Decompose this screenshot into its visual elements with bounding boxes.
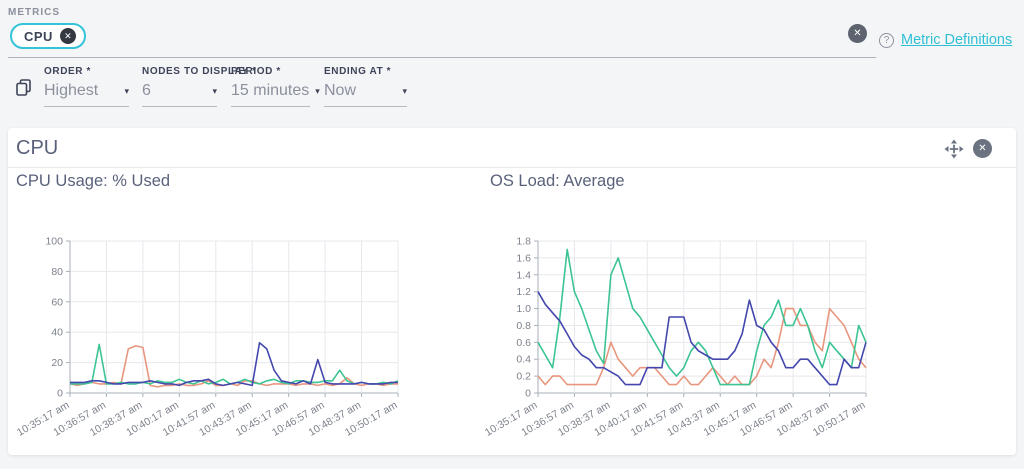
metric-chip-label: CPU <box>24 29 53 44</box>
svg-text:0.4: 0.4 <box>516 354 531 366</box>
period-value: 15 minutes <box>231 82 309 100</box>
nodes-to-display-select[interactable]: NODES TO DISPLAY * 6 ▾ <box>142 66 217 107</box>
svg-text:0.8: 0.8 <box>516 320 531 332</box>
svg-text:0.2: 0.2 <box>516 371 531 383</box>
help-icon[interactable]: ? <box>879 33 894 48</box>
svg-text:1.0: 1.0 <box>516 303 531 315</box>
svg-text:80: 80 <box>51 266 63 278</box>
copy-icon[interactable] <box>16 79 31 96</box>
chip-remove-icon[interactable]: ✕ <box>60 28 76 44</box>
order-value: Highest <box>44 82 98 100</box>
chevron-down-icon: ▾ <box>315 86 320 97</box>
svg-text:20: 20 <box>51 357 63 369</box>
period-select[interactable]: PERIOD * 15 minutes ▾ <box>231 66 310 107</box>
svg-text:0.6: 0.6 <box>516 337 531 349</box>
move-panel-icon[interactable] <box>944 139 964 159</box>
svg-text:60: 60 <box>51 296 63 308</box>
period-label: PERIOD * <box>231 66 310 77</box>
clear-metrics-icon[interactable]: ✕ <box>848 24 867 43</box>
nodes-to-display-value: 6 <box>142 82 151 100</box>
svg-text:1.2: 1.2 <box>516 286 531 298</box>
chevron-down-icon: ▾ <box>124 86 129 97</box>
svg-text:1.8: 1.8 <box>516 236 531 248</box>
os-load-chart: 00.20.40.60.81.01.21.41.61.810:35:17 am1… <box>476 228 926 452</box>
panel-header-divider <box>8 167 1016 168</box>
metric-chip-cpu[interactable]: CPU ✕ <box>10 23 86 49</box>
panel-title: CPU <box>16 137 58 160</box>
chevron-down-icon: ▾ <box>212 86 217 97</box>
chart-title-cpu-usage: CPU Usage: % Used <box>16 172 170 191</box>
svg-text:100: 100 <box>45 236 63 248</box>
svg-text:40: 40 <box>51 327 63 339</box>
cpu-usage-chart: 02040608010010:35:17 am10:36:57 am10:38:… <box>8 228 458 452</box>
metrics-combobox-underline[interactable] <box>8 57 876 58</box>
svg-text:1.4: 1.4 <box>516 269 531 281</box>
order-select[interactable]: ORDER * Highest ▾ <box>44 66 129 107</box>
order-label: ORDER * <box>44 66 129 77</box>
svg-text:1.6: 1.6 <box>516 252 531 264</box>
svg-text:0: 0 <box>525 388 531 400</box>
ending-at-value: Now <box>324 82 356 100</box>
chevron-down-icon: ▾ <box>402 86 407 97</box>
close-panel-icon[interactable]: ✕ <box>973 139 992 158</box>
metric-definitions-link[interactable]: Metric Definitions <box>901 32 1012 48</box>
nodes-to-display-label: NODES TO DISPLAY * <box>142 66 217 77</box>
ending-at-select[interactable]: ENDING AT * Now ▾ <box>324 66 407 107</box>
chart-title-os-load: OS Load: Average <box>490 172 625 191</box>
svg-text:0: 0 <box>57 388 63 400</box>
ending-at-label: ENDING AT * <box>324 66 407 77</box>
metrics-field-label: METRICS <box>8 7 60 18</box>
